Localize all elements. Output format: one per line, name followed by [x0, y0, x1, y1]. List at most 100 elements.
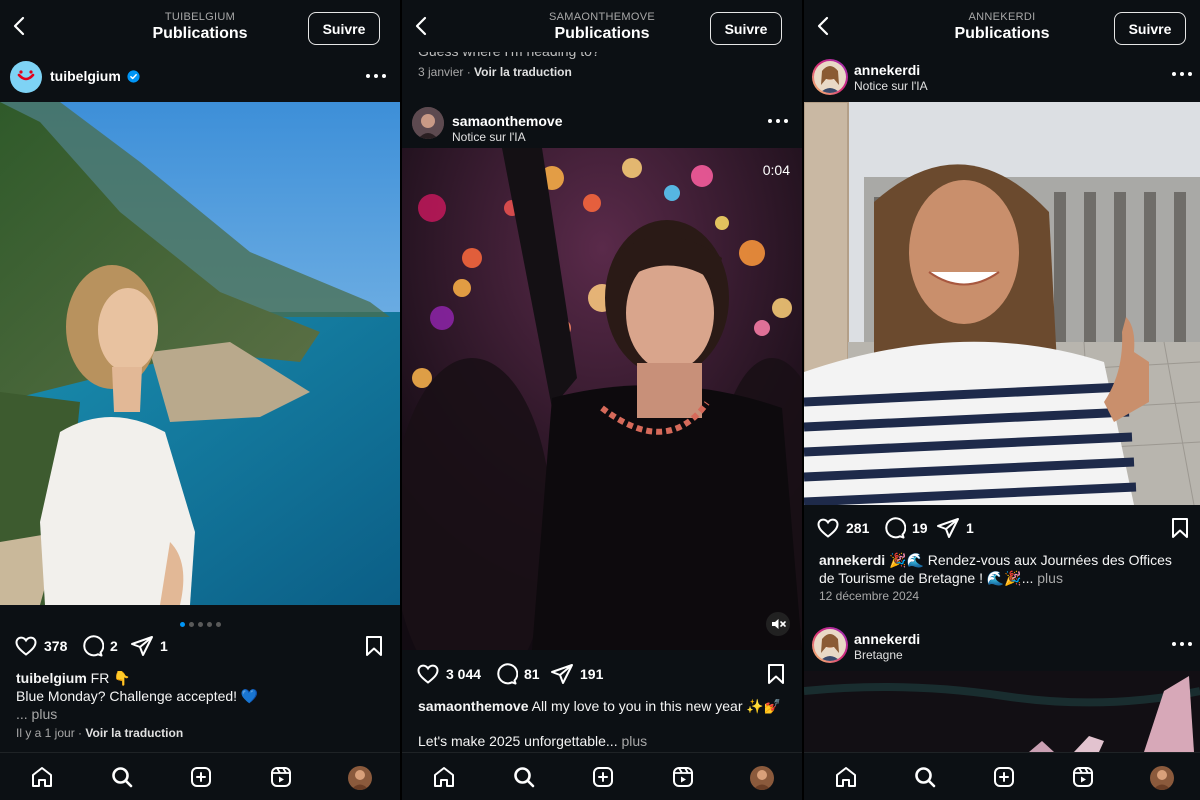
home-icon[interactable]	[834, 765, 858, 789]
bottom-nav	[0, 752, 400, 800]
ai-notice[interactable]: Notice sur l'IA	[854, 79, 928, 93]
post-username-text[interactable]: tuibelgium	[50, 68, 121, 84]
caption-username[interactable]: annekerdi	[819, 552, 885, 568]
video-timer: 0:04	[762, 162, 790, 178]
bookmark-icon[interactable]	[1168, 516, 1192, 540]
share-count: 1	[966, 520, 974, 536]
verified-icon	[127, 70, 140, 83]
prev-post-meta: 3 janvier · Voir la traduction	[418, 65, 572, 79]
post-header: annekerdi Notice sur l'IA	[804, 52, 1200, 102]
more-icon[interactable]	[768, 119, 788, 125]
bookmark-icon[interactable]	[362, 634, 386, 658]
search-icon[interactable]	[512, 765, 536, 789]
caption-username[interactable]: tuibelgium	[16, 670, 87, 686]
caption-username[interactable]: samaonthemove	[418, 698, 528, 714]
mute-icon	[772, 619, 786, 629]
caption-line-1: FR 👇	[90, 670, 131, 686]
home-icon[interactable]	[432, 765, 456, 789]
post-photo[interactable]	[0, 102, 400, 605]
translate-link[interactable]: Voir la traduction	[474, 65, 572, 79]
like-button[interactable]: 378	[14, 631, 67, 661]
comment-button[interactable]: 81	[494, 659, 540, 689]
mute-button[interactable]	[766, 612, 790, 636]
comment-button[interactable]: 2	[80, 631, 118, 661]
next-post-header: annekerdi Bretagne	[804, 622, 1200, 672]
heart-icon	[417, 664, 439, 684]
follow-button[interactable]: Suivre	[1114, 12, 1186, 45]
share-icon	[937, 518, 959, 538]
reels-icon[interactable]	[1071, 765, 1095, 789]
bookmark-icon[interactable]	[764, 662, 788, 686]
more-icon[interactable]	[1172, 72, 1192, 78]
search-icon[interactable]	[110, 765, 134, 789]
profile-avatar[interactable]	[348, 766, 372, 790]
share-button[interactable]: 1	[936, 513, 974, 543]
home-icon[interactable]	[30, 765, 54, 789]
like-button[interactable]: 281	[816, 513, 869, 543]
post-header: tuibelgium	[0, 52, 400, 102]
caption-line-2: de Tourisme de Bretagne ! 🌊🎉...	[819, 570, 1034, 586]
avatar[interactable]	[812, 627, 848, 663]
bottom-nav	[804, 752, 1200, 800]
share-count: 1	[160, 638, 168, 654]
avatar[interactable]	[10, 61, 42, 93]
create-icon[interactable]	[189, 765, 213, 789]
avatar[interactable]	[412, 107, 444, 139]
next-post-location[interactable]: Bretagne	[854, 648, 903, 662]
more-icon[interactable]	[366, 74, 386, 80]
carousel-dot	[206, 622, 212, 627]
caption-more[interactable]: plus	[621, 733, 647, 749]
carousel-dot	[179, 622, 185, 627]
post-caption: samaonthemove All my love to you in this…	[418, 697, 786, 750]
share-button[interactable]: 1	[130, 631, 168, 661]
caption-more[interactable]: plus	[1037, 570, 1063, 586]
like-count: 281	[846, 520, 870, 536]
caption-more[interactable]: ... plus	[16, 705, 384, 723]
carousel-dot	[197, 622, 203, 627]
share-button[interactable]: 191	[550, 659, 603, 689]
caption-line-2: Let's make 2025 unforgettable...	[418, 733, 618, 749]
post-header: samaonthemove Notice sur l'IA	[402, 99, 802, 149]
heart-icon	[817, 518, 839, 538]
caption-line-2: Blue Monday? Challenge accepted! 💙	[16, 688, 259, 704]
comment-icon	[83, 635, 104, 657]
comment-icon	[885, 517, 906, 539]
create-icon[interactable]	[591, 765, 615, 789]
caption-line-1: All my love to you in this new year ✨💅	[531, 698, 782, 714]
reels-icon[interactable]	[671, 765, 695, 789]
top-bar: SAMAONTHEMOVE Publications Suivre	[402, 0, 802, 52]
action-bar: 3 044 81 191	[402, 659, 802, 689]
comment-button[interactable]: 19	[882, 513, 928, 543]
share-count: 191	[580, 666, 604, 682]
post-caption: annekerdi 🎉🌊 Rendez-vous aux Journées de…	[819, 551, 1192, 587]
follow-button[interactable]: Suivre	[710, 12, 782, 45]
post-username[interactable]: samaonthemove	[452, 113, 562, 129]
profile-avatar[interactable]	[750, 766, 774, 790]
caption-line-1: 🎉🌊 Rendez-vous aux Journées des Offices	[889, 552, 1172, 568]
top-bar: ANNEKERDI Publications Suivre	[804, 0, 1200, 52]
post-meta: Il y a 1 jour · Voir la traduction	[16, 726, 184, 740]
ai-notice[interactable]: Notice sur l'IA	[452, 130, 526, 144]
post-photo[interactable]	[804, 102, 1200, 505]
create-icon[interactable]	[992, 765, 1016, 789]
translate-link[interactable]: Voir la traduction	[85, 726, 183, 740]
reels-icon[interactable]	[269, 765, 293, 789]
search-icon[interactable]	[913, 765, 937, 789]
profile-avatar[interactable]	[1150, 766, 1174, 790]
avatar[interactable]	[812, 59, 848, 95]
share-icon	[551, 664, 573, 684]
post-username[interactable]: annekerdi	[854, 62, 920, 78]
follow-button[interactable]: Suivre	[308, 12, 380, 45]
post-username[interactable]: tuibelgium	[50, 68, 140, 84]
next-post-photo[interactable]	[804, 671, 1200, 752]
more-icon[interactable]	[1172, 642, 1192, 648]
like-button[interactable]: 3 044	[416, 659, 481, 689]
post-video[interactable]: 0:04	[402, 148, 802, 650]
top-bar: TUIBELGIUM Publications Suivre	[0, 0, 400, 52]
comment-count: 81	[524, 666, 540, 682]
prev-post-date: 3 janvier	[418, 65, 464, 79]
carousel-dot	[215, 622, 221, 627]
next-post-username[interactable]: annekerdi	[854, 631, 920, 647]
heart-icon	[15, 636, 37, 656]
like-count: 378	[44, 638, 68, 654]
